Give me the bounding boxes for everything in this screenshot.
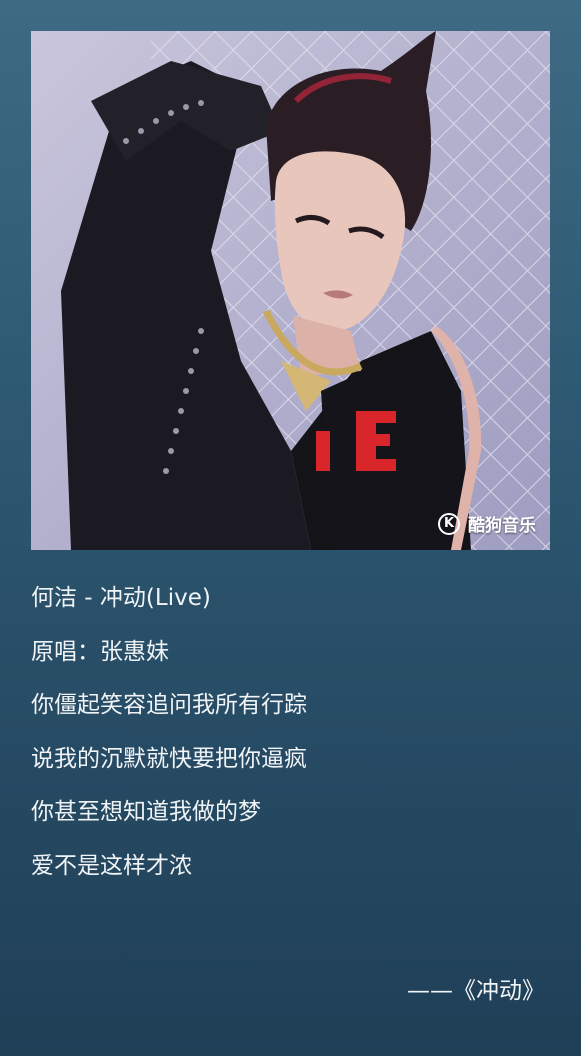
kugou-brand-text: 酷狗音乐 [468, 516, 536, 536]
song-title-line: 何洁 - 冲动(Live) [31, 585, 211, 611]
lyrics-card-text: 何洁 - 冲动(Live) 原唱：张惠妹 你僵起笑容追问我所有行踪 说我的沉默就… [31, 580, 531, 901]
lyric-line: 爱不是这样才浓 [31, 852, 192, 879]
kugou-watermark: K 酷狗音乐 [438, 511, 536, 536]
lyric-line: 你甚至想知道我做的梦 [31, 799, 261, 825]
source-attribution: ——《冲动》 [407, 978, 545, 1004]
lyric-line: 说我的沉默就快要把你逼疯 [31, 745, 307, 772]
original-singer-line: 原唱：张惠妹 [31, 638, 169, 665]
album-cover-image [31, 31, 550, 550]
album-cover: K 酷狗音乐 [31, 31, 550, 550]
lyric-line: 你僵起笑容追问我所有行踪 [31, 692, 307, 718]
kugou-logo-icon: K [438, 512, 460, 535]
